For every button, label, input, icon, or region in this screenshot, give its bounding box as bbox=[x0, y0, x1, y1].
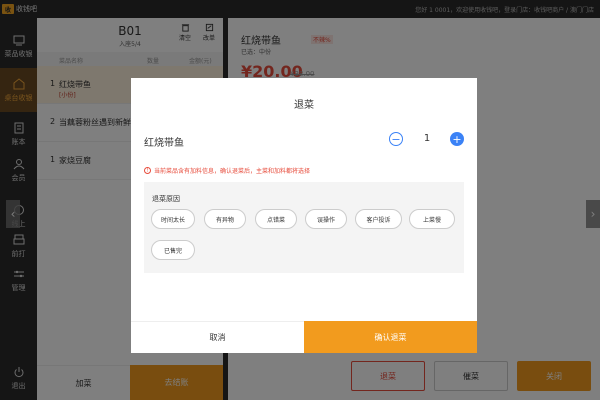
warning-text: 当前菜品含有加料信息，确认退菜后，主菜和加料都将选择 bbox=[154, 168, 311, 175]
app-window: 收 收钱吧 您好 1 0001，欢迎使用收钱吧，登录门店：收钱吧商户 / 澳门门… bbox=[0, 0, 600, 400]
reason-chip[interactable]: 有异物 bbox=[204, 209, 246, 229]
reason-chip[interactable]: 上菜慢 bbox=[409, 209, 455, 229]
reason-chip[interactable]: 时间太长 bbox=[151, 209, 195, 229]
confirm-return-button[interactable]: 确认退菜 bbox=[304, 321, 477, 353]
reason-chip[interactable]: 误操作 bbox=[305, 209, 347, 229]
return-quantity: 1 bbox=[423, 133, 431, 144]
minus-icon[interactable]: − bbox=[389, 132, 403, 146]
plus-icon[interactable]: + bbox=[450, 132, 464, 146]
warning-message: ! 当前菜品含有加料信息，确认退菜后，主菜和加料都将选择 bbox=[144, 166, 310, 175]
dialog-title: 退菜 bbox=[294, 100, 314, 111]
dialog-dish-name: 红烧带鱼 bbox=[144, 138, 184, 149]
cancel-button[interactable]: 取消 bbox=[131, 321, 304, 353]
reason-label: 退菜原因 bbox=[152, 195, 180, 203]
return-dish-dialog: 退菜 红烧带鱼 − 1 + ! 当前菜品含有加料信息，确认退菜后，主菜和加料都将… bbox=[131, 78, 477, 353]
return-reason-group: 退菜原因 时间太长 有异物 点错菜 误操作 客户投诉 上菜慢 已售完 bbox=[144, 182, 464, 273]
warning-icon: ! bbox=[144, 167, 151, 174]
reason-chip[interactable]: 点错菜 bbox=[255, 209, 297, 229]
reason-chip[interactable]: 已售完 bbox=[151, 240, 195, 260]
reason-chip[interactable]: 客户投诉 bbox=[355, 209, 402, 229]
